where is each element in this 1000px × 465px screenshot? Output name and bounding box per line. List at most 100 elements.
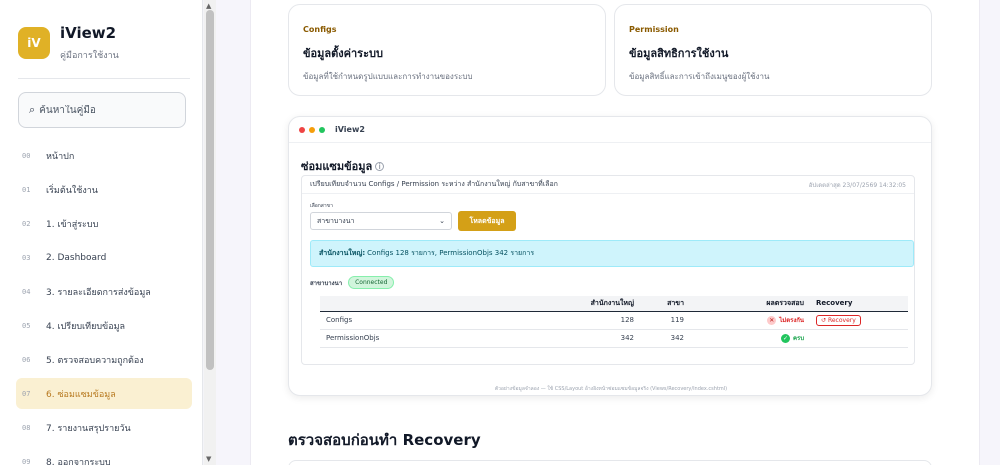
recovery-cell	[810, 329, 908, 348]
load-data-button[interactable]: โหลดข้อมูล	[458, 211, 516, 231]
card-tag: Permission	[629, 25, 679, 34]
heading-text: ซ่อมแซมข้อมูล	[301, 160, 373, 173]
search-input[interactable]	[39, 104, 170, 116]
sidebar: iV iView2 คู่มือการใช้งาน ⌕ 00 หน้าปก 01 เ…	[0, 0, 203, 465]
scroll-up-icon[interactable]: ▲	[206, 2, 211, 10]
nav-item-logout[interactable]: 09 8. ออกจากระบบ	[16, 446, 192, 465]
brand-text: iView2 คู่มือการใช้งาน	[60, 24, 119, 62]
card-description: ข้อมูลสิทธิ์และการเข้าถึงเมนูของผู้ใช้งา…	[629, 72, 770, 81]
nav-item-repair[interactable]: 07 6. ซ่อมแซมข้อมูล	[16, 378, 192, 409]
alert-text: Configs 128 รายการ, PermissionObjs 342 ร…	[367, 249, 535, 257]
compare-title: เปรียบเทียบจำนวน Configs / Permission ระ…	[310, 180, 558, 188]
card-title: ข้อมูลตั้งค่าระบบ	[303, 47, 383, 60]
nav-label: 7. รายงานสรุปรายวัน	[46, 423, 131, 434]
nav-number: 06	[22, 355, 31, 364]
recovery-button[interactable]: ↺ Recovery	[816, 314, 861, 326]
app-title: iView2	[60, 24, 117, 42]
app-logo: iV	[18, 27, 50, 59]
info-icon[interactable]: i	[375, 161, 385, 171]
check-icon: ✓	[780, 334, 790, 343]
result-text: ไม่ตรงกัน	[779, 317, 804, 324]
hq-summary-alert: สำนักงานใหญ่: Configs 128 รายการ, Permis…	[310, 240, 914, 267]
chevron-down-icon: ⌄	[439, 217, 445, 225]
nav-label: 8. ออกจากระบบ	[46, 457, 111, 465]
nav-number: 08	[22, 423, 31, 432]
branch-status-row: สาขาบางนา Connected	[310, 276, 395, 289]
column-header: ผลตรวจสอบ	[690, 296, 810, 312]
nav-number: 04	[22, 287, 31, 296]
nav-label: 2. Dashboard	[46, 252, 107, 263]
column-header	[320, 296, 540, 312]
nav-item-getting-started[interactable]: 01 เริ่มต้นใช้งาน	[16, 174, 192, 205]
close-dot-icon	[299, 126, 305, 133]
sidebar-nav: 00 หน้าปก 01 เริ่มต้นใช้งาน 02 1. เข้าสู่ระ…	[16, 140, 192, 465]
nav-item-send-details[interactable]: 04 3. รายละเอียดการส่งข้อมูล	[16, 276, 192, 307]
search-icon: ⌕	[29, 103, 36, 116]
window-footer-note: ตัวอย่างข้อมูลจำลอง — ใช้ CSS/Layout อ้า…	[494, 386, 728, 392]
table-header-row: สำนักงานใหญ่ สาขา ผลตรวจสอบ Recovery	[320, 296, 908, 312]
compare-panel: เปรียบเทียบจำนวน Configs / Permission ระ…	[301, 175, 915, 365]
window-title: iView2	[335, 125, 365, 134]
card-configs: Configs ข้อมูลตั้งค่าระบบ ข้อมูลที่ใช้กำ…	[288, 4, 606, 96]
compare-table: สำนักงานใหญ่ สาขา ผลตรวจสอบ Recovery Con…	[320, 296, 908, 348]
card-permission: Permission ข้อมูลสิทธิการใช้งาน ข้อมูลสิ…	[614, 4, 932, 96]
nav-number: 07	[22, 389, 31, 398]
hq-count: 128	[540, 311, 640, 330]
alert-label: สำนักงานใหญ่:	[319, 249, 366, 257]
branch-select-label: เลือกสาขา	[310, 203, 333, 209]
branch-selected-value: สาขาบางนา	[317, 216, 355, 225]
result-cell: ✓ ครบ	[690, 329, 810, 348]
section-title: ตรวจสอบก่อนทำ Recovery	[288, 431, 481, 449]
card-title: ข้อมูลสิทธิการใช้งาน	[629, 47, 729, 60]
nav-label: หน้าปก	[46, 151, 75, 162]
table-row: Configs 128 119 ✕ ไม่ตรงกัน ↺ Recovery	[320, 311, 908, 330]
branch-select[interactable]: สาขาบางนา ⌄	[310, 212, 452, 230]
compare-header: เปรียบเทียบจำนวน Configs / Permission ระ…	[302, 176, 914, 194]
minimize-dot-icon	[309, 126, 315, 133]
nav-number: 03	[22, 253, 31, 262]
nav-number: 09	[22, 457, 31, 465]
nav-label: 1. เข้าสู่ระบบ	[46, 219, 99, 230]
branch-count: 342	[640, 329, 690, 348]
status-badge: Connected	[348, 276, 395, 289]
main-area: Configs ข้อมูลตั้งค่าระบบ ข้อมูลที่ใช้กำ…	[216, 0, 1000, 465]
nav-number: 02	[22, 219, 31, 228]
card-tag: Configs	[303, 25, 337, 34]
divider	[18, 78, 190, 79]
nav-item-compare[interactable]: 05 4. เปรียบเทียบข้อมูล	[16, 310, 192, 341]
card-description: ข้อมูลที่ใช้กำหนดรูปแบบและการทำงานของระบ…	[303, 72, 473, 81]
nav-label: เริ่มต้นใช้งาน	[46, 185, 98, 196]
search-box[interactable]: ⌕	[18, 92, 186, 128]
section-box	[288, 460, 932, 465]
branch-count: 119	[640, 311, 690, 330]
last-updated: อัปเดตล่าสุด 23/07/2569 14:32:05	[808, 181, 906, 189]
nav-number: 00	[22, 151, 31, 160]
nav-item-cover[interactable]: 00 หน้าปก	[16, 140, 192, 171]
maximize-dot-icon	[319, 126, 325, 133]
window-titlebar: iView2	[289, 117, 931, 143]
page-heading: ซ่อมแซมข้อมูล i	[301, 157, 385, 175]
branch-name: สาขาบางนา	[310, 279, 343, 287]
nav-item-dashboard[interactable]: 03 2. Dashboard	[16, 242, 192, 273]
column-header: สาขา	[640, 296, 690, 312]
mismatch-icon: ✕	[767, 316, 777, 325]
column-header: Recovery	[810, 296, 908, 312]
nav-label: 6. ซ่อมแซมข้อมูล	[46, 389, 116, 400]
content-panel: Configs ข้อมูลตั้งค่าระบบ ข้อมูลที่ใช้กำ…	[250, 0, 980, 465]
nav-label: 3. รายละเอียดการส่งข้อมูล	[46, 287, 151, 298]
app-subtitle: คู่มือการใช้งาน	[60, 51, 119, 61]
scroll-down-icon[interactable]: ▼	[206, 455, 211, 463]
preview-window: iView2 ซ่อมแซมข้อมูล i เปรียบเทียบจำนวน …	[288, 116, 932, 396]
nav-number: 05	[22, 321, 31, 330]
brand[interactable]: iV iView2 คู่มือการใช้งาน	[18, 24, 119, 62]
scrollbar-thumb[interactable]	[206, 10, 214, 370]
nav-item-daily-report[interactable]: 08 7. รายงานสรุปรายวัน	[16, 412, 192, 443]
row-name: Configs	[320, 311, 540, 330]
column-header: สำนักงานใหญ่	[540, 296, 640, 312]
nav-item-validate[interactable]: 06 5. ตรวจสอบความถูกต้อง	[16, 344, 192, 375]
sidebar-scrollbar[interactable]: ▲ ▼	[204, 0, 216, 465]
nav-item-login[interactable]: 02 1. เข้าสู่ระบบ	[16, 208, 192, 239]
hq-count: 342	[540, 329, 640, 348]
table-row: PermissionObjs 342 342 ✓ ครบ	[320, 329, 908, 348]
nav-number: 01	[22, 185, 31, 194]
